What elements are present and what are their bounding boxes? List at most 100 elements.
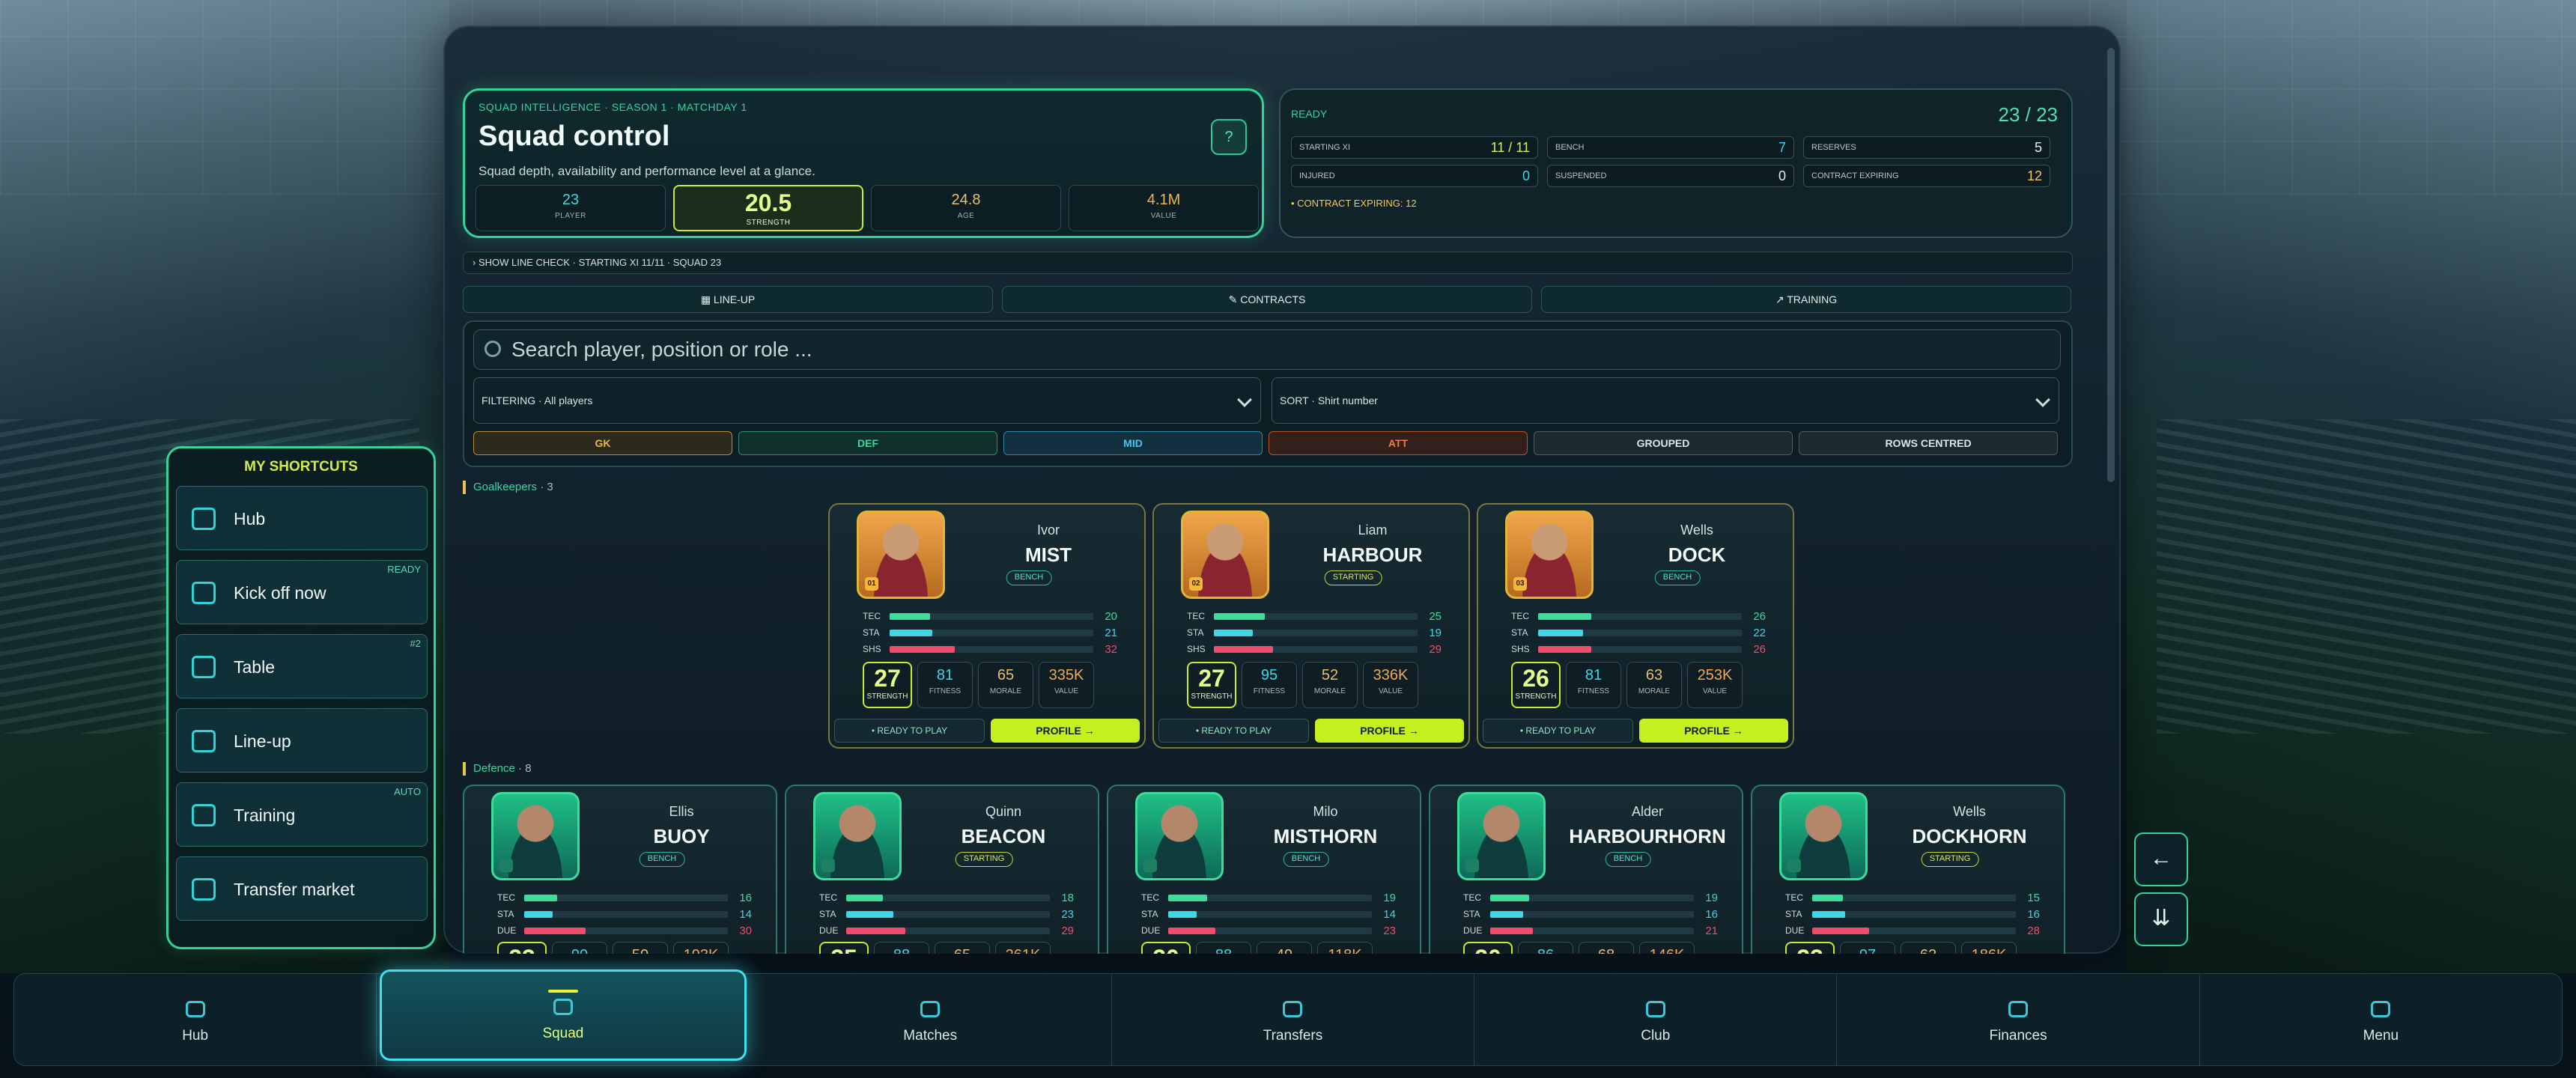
squad-panel: SQUAD INTELLIGENCE · SEASON 1 · MATCHDAY… xyxy=(443,25,2121,954)
status-cell: INJURED 0 xyxy=(1291,165,1538,187)
player-card[interactable]: 01 Ivor MIST BENCH TEC 20 STA 21 SHS 32 27 STRENGTH… xyxy=(828,503,1146,749)
stat-label: DUE xyxy=(1785,925,1805,936)
player-stats: TEC 16 STA 14 DUE 30 xyxy=(497,889,752,939)
shortcut-label: Training xyxy=(234,806,296,825)
filter-chip-gk[interactable]: GK xyxy=(473,431,732,455)
ready-to-play-button[interactable]: • READY TO PLAY xyxy=(1483,719,1633,743)
metric-value: 68 xyxy=(1579,947,1633,954)
shortcut-training[interactable]: Training AUTO xyxy=(176,782,428,847)
tab-lineup[interactable]: ▦ LINE-UP xyxy=(463,286,993,313)
status-badge: BENCH xyxy=(639,852,685,867)
nav-hub[interactable]: Hub xyxy=(14,974,377,1065)
filter-chip-mid[interactable]: MID xyxy=(1003,431,1263,455)
group-count: · 3 xyxy=(540,481,553,493)
status-key: STARTING XI xyxy=(1299,143,1351,152)
help-button[interactable]: ? xyxy=(1211,119,1247,155)
nav-label: Transfers xyxy=(1263,1028,1323,1044)
filter-panel: Search player, position or role ... FILT… xyxy=(463,320,2073,467)
metric-value: 336K xyxy=(1373,667,1409,683)
money-icon xyxy=(2008,1001,2029,1017)
metric-strength: 25 xyxy=(819,942,869,954)
stat-fill xyxy=(1538,612,1591,620)
back-button[interactable]: ← xyxy=(2134,832,2188,886)
shortcut-label: Transfer market xyxy=(234,880,355,899)
player-portrait xyxy=(1135,792,1224,880)
shirt-number xyxy=(1787,859,1801,872)
stat-row: STA 19 xyxy=(1187,624,1442,641)
scroll-down-button[interactable]: ⇊ xyxy=(2134,892,2188,946)
metric-label: MORALE xyxy=(1638,687,1671,695)
nav-club[interactable]: Club xyxy=(1474,974,1838,1065)
stat-value: 23 xyxy=(1383,924,1396,937)
stat-label: TEC xyxy=(863,611,881,621)
metric-label: STRENGTH xyxy=(866,692,908,701)
search-input[interactable]: Search player, position or role ... xyxy=(473,329,2061,370)
metric-value: 50 xyxy=(613,947,667,954)
nav-matches[interactable]: Matches xyxy=(750,974,1112,1065)
profile-button[interactable]: PROFILE → xyxy=(1639,719,1788,743)
nav-squad[interactable]: Squad xyxy=(380,969,747,1061)
card-actions: • READY TO PLAY PROFILE → xyxy=(1158,719,1464,743)
player-first-name: Milo xyxy=(1313,804,1338,819)
nav-finances[interactable]: Finances xyxy=(1837,974,2200,1065)
shortcut-transfer-market[interactable]: Transfer market xyxy=(176,856,428,921)
tab-training[interactable]: ↗ TRAINING xyxy=(1541,286,2071,313)
player-card[interactable]: Quinn BEACON STARTING TEC 18 STA 23 DUE 29 25 88 65… xyxy=(785,785,1099,954)
stat-bar xyxy=(1214,612,1418,620)
player-card[interactable]: 03 Wells DOCK BENCH TEC 26 STA 22 SHS 26 26 STRENGT… xyxy=(1477,503,1794,749)
nav-transfers[interactable]: Transfers xyxy=(1112,974,1475,1065)
kpi-row: 23 PLAYER 20.5 STRENGTH 24.8 AGE 4.1M VALUE xyxy=(476,185,1259,231)
ball-icon xyxy=(920,1001,941,1017)
stat-row: TEC 26 xyxy=(1511,608,1766,624)
scrollbar[interactable] xyxy=(2107,48,2115,482)
nav-label: Squad xyxy=(542,1026,584,1041)
player-card[interactable]: Ellis BUOY BENCH TEC 16 STA 14 DUE 30 23 90 50 193K xyxy=(463,785,777,954)
filter-chip-def[interactable]: DEF xyxy=(738,431,997,455)
stat-bar xyxy=(890,629,1093,636)
status-value: 0 xyxy=(1778,168,1786,183)
stat-fill xyxy=(1538,645,1591,653)
shortcut-line-up[interactable]: Line-up xyxy=(176,708,428,773)
status-badge: STARTING xyxy=(1921,852,1979,867)
active-indicator xyxy=(547,990,578,993)
ready-label: READY xyxy=(1291,108,1328,120)
sort-select[interactable]: SORT · Shirt number xyxy=(1272,377,2059,424)
shortcut-hub[interactable]: Hub xyxy=(176,486,428,550)
profile-button[interactable]: PROFILE → xyxy=(1315,719,1464,743)
line-check-toggle[interactable]: › SHOW LINE CHECK · STARTING XI 11/11 · … xyxy=(463,252,2073,274)
player-card[interactable]: 02 Liam HARBOUR STARTING TEC 25 STA 19 SHS 29 27 ST… xyxy=(1152,503,1470,749)
ready-to-play-button[interactable]: • READY TO PLAY xyxy=(834,719,985,743)
stat-bar xyxy=(846,927,1050,934)
nav-menu[interactable]: Menu xyxy=(2200,974,2562,1065)
metric-value: 253K xyxy=(1697,667,1733,683)
stat-value: 21 xyxy=(1705,924,1718,937)
shortcut-table[interactable]: Table #2 xyxy=(176,634,428,698)
metric-label: FITNESS xyxy=(1253,687,1286,695)
shortcut-tag: #2 xyxy=(410,638,421,649)
metric-label: VALUE xyxy=(1054,687,1079,695)
filter-chip-rows-centred[interactable]: ROWS CENTRED xyxy=(1799,431,2058,455)
metric-value: 253K VALUE xyxy=(1687,662,1743,708)
kpi-value: 4.1M VALUE xyxy=(1069,185,1259,231)
search-placeholder: Search player, position or role ... xyxy=(511,338,812,361)
player-card[interactable]: Milo MISTHORN BENCH TEC 19 STA 14 DUE 23 20 88 49 11… xyxy=(1107,785,1421,954)
stat-bar xyxy=(1812,927,2016,934)
metric-value: 63 xyxy=(1645,667,1663,683)
chevron-down-icon xyxy=(2035,392,2050,407)
filter-chip-att[interactable]: ATT xyxy=(1269,431,1528,455)
filter-chip-grouped[interactable]: GROUPED xyxy=(1534,431,1793,455)
shortcut-kick-off-now[interactable]: Kick off now READY xyxy=(176,560,428,624)
shortcuts-panel: MY SHORTCUTS Hub Kick off now READY Table #2… xyxy=(166,446,436,949)
player-portrait: 02 xyxy=(1181,511,1269,599)
stat-label: STA xyxy=(819,909,836,919)
player-card[interactable]: Alder HARBOURHORN BENCH TEC 19 STA 16 DUE 21 20 86… xyxy=(1429,785,1743,954)
stat-row: DUE 28 xyxy=(1785,922,2040,939)
stat-label: TEC xyxy=(1141,892,1159,903)
stat-label: DUE xyxy=(497,925,517,936)
tab-contracts[interactable]: ✎ CONTRACTS xyxy=(1002,286,1532,313)
filter-select[interactable]: FILTERING · All players xyxy=(473,377,1261,424)
player-card[interactable]: Wells DOCKHORN STARTING TEC 15 STA 16 DUE 28 22 97… xyxy=(1751,785,2065,954)
metric-fitness: 88 xyxy=(874,942,929,954)
ready-to-play-button[interactable]: • READY TO PLAY xyxy=(1158,719,1309,743)
profile-button[interactable]: PROFILE → xyxy=(991,719,1140,743)
